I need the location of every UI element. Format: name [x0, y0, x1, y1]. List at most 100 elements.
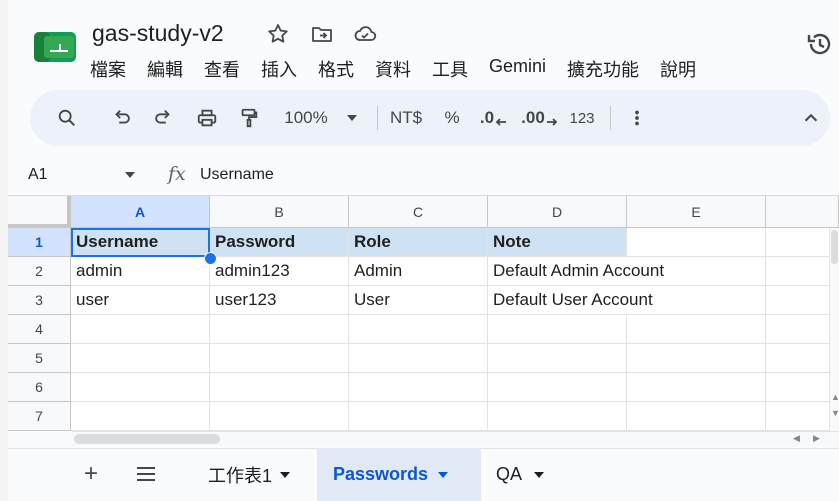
- sheet-tab-label: QA: [496, 464, 523, 484]
- scroll-down-arrow-icon[interactable]: ▼: [831, 408, 839, 418]
- row-header-5[interactable]: 5: [8, 344, 71, 373]
- column-header-c[interactable]: C: [349, 196, 488, 228]
- cell-d2[interactable]: Default Admin Account: [488, 257, 664, 286]
- chevron-down-icon: [438, 471, 449, 478]
- horizontal-scroll-thumb[interactable]: [74, 434, 220, 444]
- cell-b4[interactable]: [210, 315, 349, 344]
- select-all-corner[interactable]: [8, 196, 71, 228]
- row-header-4[interactable]: 4: [8, 315, 71, 344]
- row-header-3[interactable]: 3: [8, 286, 71, 315]
- paint-format-button[interactable]: [234, 90, 264, 146]
- cell-c3[interactable]: User: [349, 286, 488, 315]
- fill-handle[interactable]: [204, 252, 217, 265]
- menu-insert[interactable]: 插入: [261, 56, 297, 82]
- chevron-down-icon: [280, 471, 291, 478]
- cell-a1[interactable]: Username: [71, 228, 210, 257]
- move-to-folder-icon[interactable]: [310, 22, 334, 46]
- spreadsheet-grid: A B C D E 1 2 3 4 5 6 7 Username Passwor…: [8, 196, 839, 432]
- cell-b2[interactable]: admin123: [210, 257, 349, 286]
- zoom-value[interactable]: 100%: [276, 90, 336, 146]
- row-header-1[interactable]: 1: [8, 228, 71, 257]
- cell-e5[interactable]: [627, 344, 766, 373]
- vertical-scroll-thumb[interactable]: [831, 230, 838, 264]
- cell-e3[interactable]: [627, 286, 766, 315]
- cell-b7[interactable]: [210, 402, 349, 431]
- decrease-decimal-button[interactable]: .0: [474, 90, 514, 146]
- sheet-tab-qa[interactable]: QA: [482, 448, 562, 501]
- cell-d1[interactable]: Note: [488, 228, 627, 257]
- row-header-7[interactable]: 7: [8, 402, 71, 431]
- star-icon[interactable]: [266, 22, 290, 46]
- add-sheet-icon[interactable]: +: [84, 460, 98, 488]
- column-header-f[interactable]: [766, 196, 839, 228]
- cell-d7[interactable]: [488, 402, 627, 431]
- number-format-button[interactable]: 123: [562, 90, 602, 146]
- cell-e6[interactable]: [627, 373, 766, 402]
- scroll-up-arrow-icon[interactable]: ▲: [831, 392, 839, 402]
- column-header-b[interactable]: B: [210, 196, 349, 228]
- cell-a6[interactable]: [71, 373, 210, 402]
- column-header-e[interactable]: E: [627, 196, 766, 228]
- menu-view[interactable]: 查看: [204, 56, 240, 82]
- cell-c6[interactable]: [349, 373, 488, 402]
- cell-a4[interactable]: [71, 315, 210, 344]
- menu-edit[interactable]: 編輯: [147, 56, 183, 82]
- name-box[interactable]: A1: [28, 166, 48, 184]
- menu-extensions[interactable]: 擴充功能: [567, 56, 639, 82]
- cell-d6[interactable]: [488, 373, 627, 402]
- cell-c1[interactable]: Role: [349, 228, 488, 257]
- search-menus-button[interactable]: [52, 90, 82, 146]
- cell-d5[interactable]: [488, 344, 627, 373]
- menu-gemini[interactable]: Gemini: [489, 56, 546, 82]
- cell-c4[interactable]: [349, 315, 488, 344]
- cell-a2[interactable]: admin: [71, 257, 210, 286]
- more-options-button[interactable]: [622, 90, 652, 146]
- menu-data[interactable]: 資料: [375, 56, 411, 82]
- increase-decimal-button[interactable]: .00: [518, 90, 562, 146]
- sheet-tab-passwords[interactable]: Passwords: [317, 448, 481, 501]
- document-title[interactable]: gas-study-v2: [92, 20, 224, 47]
- cell-c5[interactable]: [349, 344, 488, 373]
- cell-b5[interactable]: [210, 344, 349, 373]
- row-header-2[interactable]: 2: [8, 257, 71, 286]
- cell-e7[interactable]: [627, 402, 766, 431]
- row-header-6[interactable]: 6: [8, 373, 71, 402]
- cell-b1[interactable]: Password: [210, 228, 349, 257]
- cell-b3[interactable]: user123: [210, 286, 349, 315]
- all-sheets-icon[interactable]: [135, 464, 157, 484]
- zoom-dropdown-button[interactable]: [342, 90, 362, 146]
- cell-c7[interactable]: [349, 402, 488, 431]
- redo-button[interactable]: [148, 90, 178, 146]
- print-button[interactable]: [192, 90, 222, 146]
- menu-format[interactable]: 格式: [318, 56, 354, 82]
- currency-format-button[interactable]: NT$: [384, 90, 428, 146]
- sheets-logo-icon[interactable]: [32, 30, 78, 64]
- cell-d4[interactable]: [488, 315, 627, 344]
- cell-b6[interactable]: [210, 373, 349, 402]
- collapse-toolbar-button[interactable]: [796, 90, 826, 146]
- column-header-a[interactable]: A: [71, 196, 210, 228]
- version-history-icon[interactable]: [806, 30, 834, 58]
- cell-a3[interactable]: user: [71, 286, 210, 315]
- menu-tools[interactable]: 工具: [432, 56, 468, 82]
- menu-help[interactable]: 說明: [660, 56, 696, 82]
- sheet-tab-1[interactable]: 工作表1: [198, 448, 308, 501]
- arrow-right-icon: [546, 118, 558, 126]
- cell-d3[interactable]: Default User Account: [488, 286, 653, 315]
- formula-input[interactable]: Username: [200, 166, 274, 184]
- cell-e4[interactable]: [627, 315, 766, 344]
- menu-file[interactable]: 檔案: [90, 56, 126, 82]
- scroll-left-arrow-icon[interactable]: ◀: [793, 433, 800, 444]
- cloud-saved-icon[interactable]: [353, 22, 377, 46]
- cell-c2[interactable]: Admin: [349, 257, 488, 286]
- cell-e1[interactable]: [627, 228, 766, 257]
- column-header-d[interactable]: D: [488, 196, 627, 228]
- cell-e2[interactable]: [627, 257, 766, 286]
- cell-a7[interactable]: [71, 402, 210, 431]
- toolbar: 100% NT$ % .0 .00 123: [30, 90, 830, 146]
- percent-format-button[interactable]: %: [438, 90, 466, 146]
- scroll-right-arrow-icon[interactable]: ▶: [813, 433, 820, 444]
- chevron-down-icon[interactable]: [124, 171, 136, 179]
- undo-button[interactable]: [107, 90, 137, 146]
- cell-a5[interactable]: [71, 344, 210, 373]
